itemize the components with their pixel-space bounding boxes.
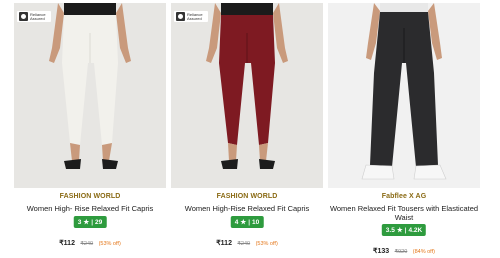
- rating-badge: 3 ★ | 29: [73, 216, 107, 228]
- mrp: ₹240: [237, 241, 251, 247]
- rating-value: 3.5: [385, 226, 395, 234]
- price: ₹112: [59, 240, 75, 247]
- reliance-logo-icon: [176, 12, 185, 21]
- product-image[interactable]: Reliance Assured: [171, 3, 323, 188]
- assured-badge-label: Reliance Assured: [30, 11, 46, 21]
- product-card[interactable]: Reliance Assured FASHION WORLD Women Hig…: [171, 0, 323, 255]
- price-row: ₹133 ₹920 (84% off): [328, 240, 480, 258]
- assured-badge: Reliance Assured: [17, 11, 51, 22]
- discount: (84% off): [412, 249, 435, 255]
- price: ₹112: [216, 240, 232, 247]
- price-row: ₹112 ₹240 (53% off): [171, 232, 323, 250]
- product-image[interactable]: Reliance Assured: [14, 3, 166, 188]
- rating-count: 29: [95, 218, 103, 226]
- mrp: ₹920: [394, 249, 408, 255]
- product-card[interactable]: Fabflee X AG Women Relaxed Fit Tousers w…: [328, 0, 480, 255]
- product-grid: Reliance Assured FASHION WORLD Women Hig…: [0, 0, 500, 255]
- reliance-logo-icon: [19, 12, 28, 21]
- brand-name: FASHION WORLD: [216, 193, 278, 200]
- rating-badge: 4 ★ | 10: [230, 216, 264, 228]
- product-title[interactable]: Women High- Rise Relaxed Fit Capris: [14, 204, 166, 213]
- discount: (53% off): [255, 241, 278, 247]
- star-icon: ★: [240, 219, 247, 226]
- product-image[interactable]: [328, 3, 480, 188]
- rating-value: 3: [77, 218, 82, 226]
- assured-badge: Reliance Assured: [174, 11, 208, 22]
- star-icon: ★: [83, 219, 90, 226]
- product-title[interactable]: Women High-Rise Relaxed Fit Capris: [171, 204, 323, 213]
- product-card[interactable]: Reliance Assured FASHION WORLD Women Hig…: [14, 0, 166, 255]
- mrp: ₹240: [80, 241, 94, 247]
- assured-badge-label: Reliance Assured: [187, 11, 203, 21]
- model-black-trousers-image: [328, 3, 480, 188]
- brand-name: Fabflee X AG: [381, 193, 427, 200]
- star-icon: ★: [396, 227, 403, 234]
- product-title[interactable]: Women Relaxed Fit Tousers with Elasticat…: [328, 204, 480, 222]
- rating-count: 4.2K: [408, 226, 423, 234]
- rating-count: 10: [252, 218, 260, 226]
- model-white-capris-image: [14, 3, 166, 188]
- model-maroon-capris-image: [171, 3, 323, 188]
- rating-badge: 3.5 ★ | 4.2K: [381, 224, 427, 236]
- brand-name: FASHION WORLD: [59, 193, 121, 200]
- price: ₹133: [373, 248, 390, 255]
- discount: (53% off): [98, 241, 121, 247]
- price-row: ₹112 ₹240 (53% off): [14, 232, 166, 250]
- rating-value: 4: [234, 218, 239, 226]
